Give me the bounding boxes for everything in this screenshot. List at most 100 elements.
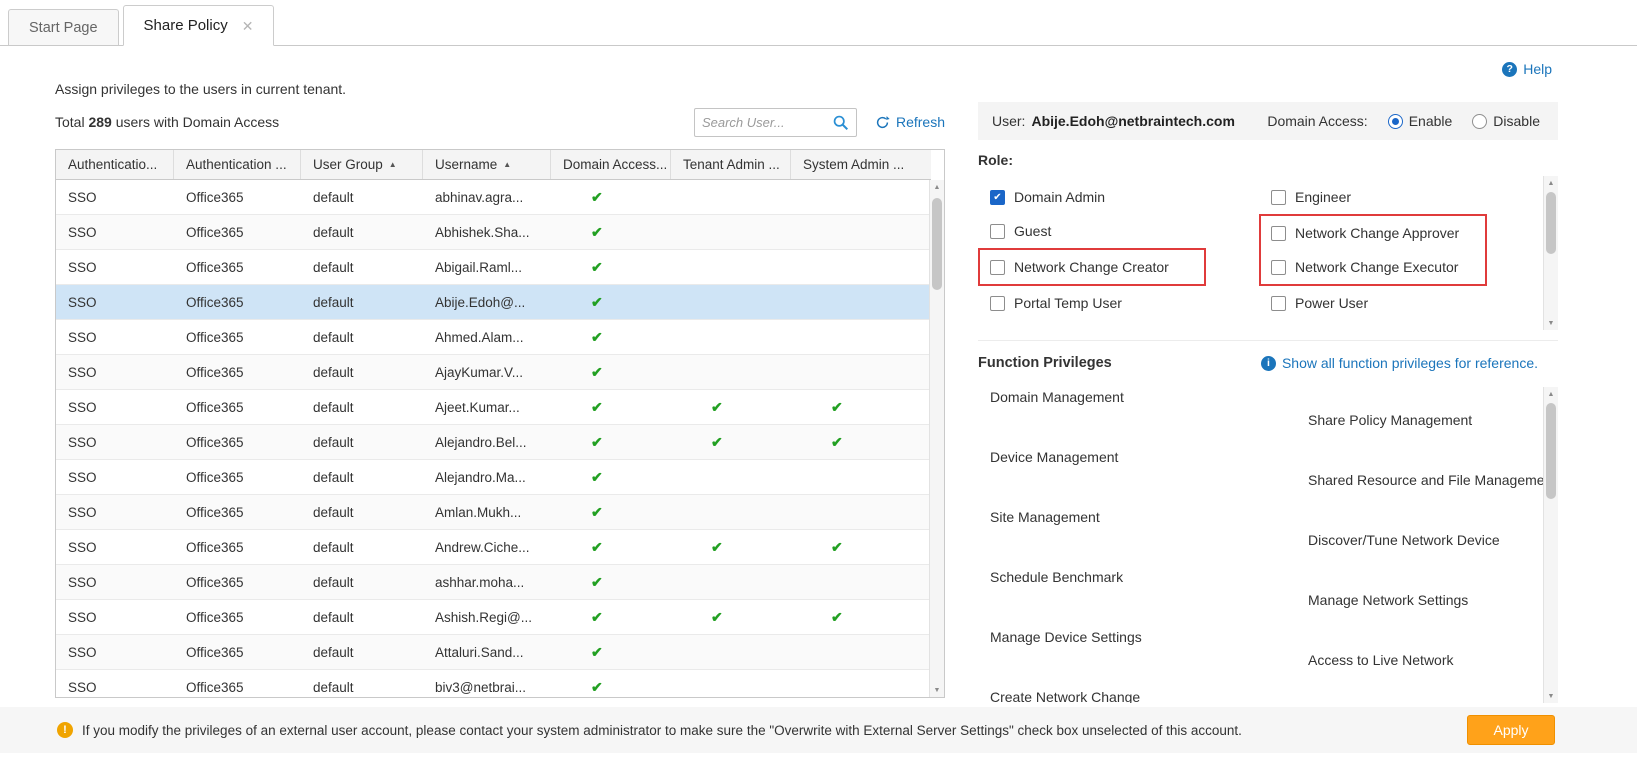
username-cell: Abije.Edoh@... (423, 285, 551, 319)
domain-access-disable-option[interactable]: Disable (1472, 113, 1540, 129)
column-header[interactable]: User Group▲ (301, 150, 423, 179)
privilege-item: Site Management (990, 507, 1275, 550)
table-row[interactable]: SSOOffice365defaultashhar.moha...✔ (56, 565, 931, 600)
role-columns: ✔ Domain Admin GuestNetwork Change Creator… (990, 180, 1538, 320)
refresh-button[interactable]: Refresh (875, 114, 945, 130)
scroll-thumb[interactable] (1546, 192, 1556, 254)
role-option[interactable]: Portal Temp User (990, 286, 1271, 320)
role-option[interactable]: ✔ Domain Admin (990, 180, 1271, 214)
privilege-row: Manage Device SettingsAccess to Live Net… (990, 627, 1558, 670)
privilege-item: Create Network Change (990, 687, 1275, 703)
close-tab-icon[interactable]: ✕ (242, 19, 254, 33)
scroll-up-icon[interactable]: ▲ (1544, 176, 1558, 190)
table-row[interactable]: SSOOffice365defaultabhinav.agra...✔ (56, 180, 931, 215)
privilege-row: Domain ManagementShare Policy Management (990, 387, 1558, 430)
role-scrollbar[interactable]: ▲ ▼ (1543, 176, 1558, 330)
show-all-privileges-link[interactable]: i Show all function privileges for refer… (1261, 355, 1558, 371)
tenant-admin-cell (671, 355, 791, 389)
auth-server-cell: Office365 (174, 390, 301, 424)
role-checkbox[interactable] (1271, 226, 1286, 241)
check-icon: ✔ (831, 539, 843, 556)
search-icon[interactable] (832, 114, 849, 131)
role-checkbox[interactable] (1271, 190, 1286, 205)
table-row[interactable]: SSOOffice365defaultAttaluri.Sand...✔ (56, 635, 931, 670)
apply-button[interactable]: Apply (1467, 715, 1555, 745)
scroll-track[interactable] (930, 194, 944, 683)
tenant-admin-cell: ✔ (671, 390, 791, 424)
search-input[interactable] (702, 115, 832, 130)
username-cell: Alejandro.Ma... (423, 460, 551, 494)
user-group-cell: default (301, 425, 423, 459)
role-checkbox[interactable] (990, 224, 1005, 239)
domain-access-enable-option[interactable]: Enable (1388, 113, 1453, 129)
sort-asc-icon: ▲ (389, 160, 397, 169)
username-cell: Abigail.Raml... (423, 250, 551, 284)
enable-label: Enable (1409, 113, 1453, 129)
table-row[interactable]: SSOOffice365defaultAlejandro.Bel...✔✔✔ (56, 425, 931, 460)
column-header[interactable]: Domain Access... (551, 150, 671, 179)
scroll-down-icon[interactable]: ▼ (930, 683, 944, 697)
tab-start-page[interactable]: Start Page (8, 9, 119, 46)
scroll-thumb[interactable] (932, 198, 942, 290)
table-row[interactable]: SSOOffice365defaultAjeet.Kumar...✔✔✔ (56, 390, 931, 425)
system-admin-cell (791, 215, 931, 249)
scroll-up-icon[interactable]: ▲ (1544, 387, 1558, 401)
column-header[interactable]: Username▲ (423, 150, 551, 179)
function-privileges-header: Function Privileges i Show all function … (978, 340, 1558, 371)
table-row[interactable]: SSOOffice365defaultAjayKumar.V...✔ (56, 355, 931, 390)
table-row[interactable]: SSOOffice365defaultbiv3@netbrai...✔ (56, 670, 931, 698)
table-row[interactable]: SSOOffice365defaultAmlan.Mukh...✔ (56, 495, 931, 530)
system-admin-cell (791, 180, 931, 214)
scroll-track[interactable] (1544, 401, 1558, 689)
help-link[interactable]: ? Help (1502, 59, 1552, 79)
role-checkbox[interactable] (1271, 296, 1286, 311)
user-group-cell: default (301, 320, 423, 354)
role-option[interactable]: Guest (990, 214, 1271, 248)
highlight-annotation: Network Change Approver Network Change Ex… (1259, 214, 1487, 286)
role-checkbox[interactable] (990, 296, 1005, 311)
check-icon: ✔ (591, 259, 603, 276)
table-row[interactable]: SSOOffice365defaultAlejandro.Ma...✔ (56, 460, 931, 495)
table-row[interactable]: SSOOffice365defaultAhmed.Alam...✔ (56, 320, 931, 355)
scroll-up-icon[interactable]: ▲ (930, 180, 944, 194)
enable-radio[interactable] (1388, 114, 1403, 129)
table-row[interactable]: SSOOffice365defaultAbigail.Raml...✔ (56, 250, 931, 285)
scroll-down-icon[interactable]: ▼ (1544, 689, 1558, 703)
privileges-scrollbar[interactable]: ▲ ▼ (1543, 387, 1558, 703)
user-bar: User: Abije.Edoh@netbraintech.com Domain… (978, 102, 1558, 140)
system-admin-cell (791, 320, 931, 354)
role-option[interactable]: Network Change Approver (1271, 216, 1475, 250)
role-option[interactable]: Power User (1271, 286, 1487, 320)
user-group-cell: default (301, 670, 423, 698)
role-option-label: Network Change Executor (1295, 259, 1458, 275)
scroll-thumb[interactable] (1546, 403, 1556, 499)
role-option[interactable]: Engineer (1271, 180, 1487, 214)
refresh-icon (875, 115, 890, 130)
search-box[interactable] (694, 108, 857, 137)
table-row[interactable]: SSOOffice365defaultAbije.Edoh@...✔ (56, 285, 931, 320)
column-header[interactable]: Authentication ... (174, 150, 301, 179)
role-option[interactable]: Network Change Creator (990, 250, 1194, 284)
disable-radio[interactable] (1472, 114, 1487, 129)
scroll-down-icon[interactable]: ▼ (1544, 316, 1558, 330)
column-header[interactable]: System Admin ... (791, 150, 931, 179)
table-row[interactable]: SSOOffice365defaultAbhishek.Sha...✔ (56, 215, 931, 250)
role-option[interactable]: Network Change Executor (1271, 250, 1475, 284)
column-header[interactable]: Tenant Admin ... (671, 150, 791, 179)
role-checkbox[interactable] (990, 260, 1005, 275)
table-row[interactable]: SSOOffice365defaultAshish.Regi@...✔✔✔ (56, 600, 931, 635)
domain-access-cell: ✔ (551, 460, 671, 494)
scroll-track[interactable] (1544, 190, 1558, 316)
domain-access-cell: ✔ (551, 215, 671, 249)
table-scrollbar[interactable]: ▲ ▼ (929, 180, 944, 697)
role-option-label: Domain Admin (1014, 189, 1105, 205)
column-header[interactable]: Authenticatio... (56, 150, 174, 179)
tenant-admin-cell: ✔ (671, 530, 791, 564)
tab-share-policy[interactable]: Share Policy ✕ (123, 5, 275, 46)
table-row[interactable]: SSOOffice365defaultAndrew.Ciche...✔✔✔ (56, 530, 931, 565)
role-checkbox[interactable] (1271, 260, 1286, 275)
role-checkbox[interactable]: ✔ (990, 190, 1005, 205)
check-icon: ✔ (591, 504, 603, 521)
auth-server-cell: Office365 (174, 215, 301, 249)
tab-label: Start Page (29, 20, 98, 36)
